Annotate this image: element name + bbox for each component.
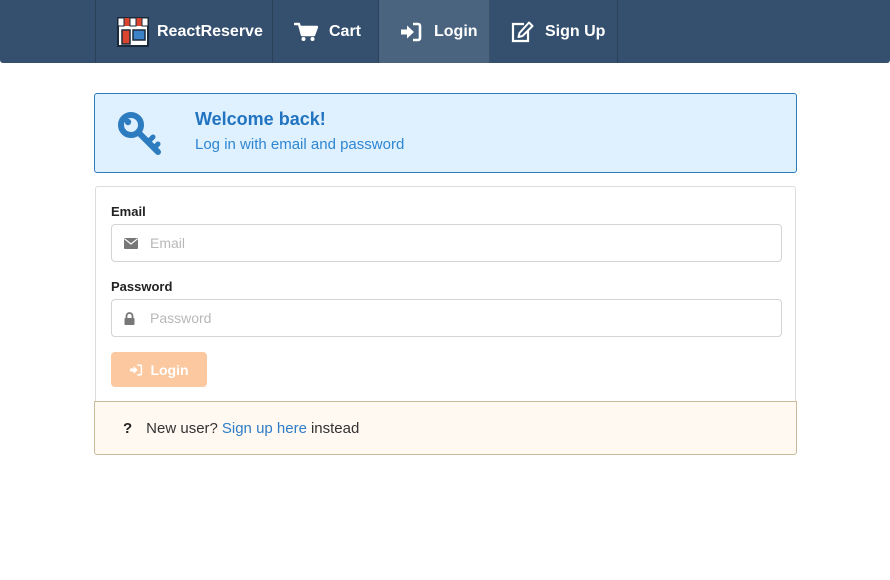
login-button-label: Login — [150, 361, 189, 378]
nav-login[interactable]: Login — [379, 0, 490, 63]
key-icon — [117, 111, 165, 162]
brand-link[interactable]: ReactReserve — [95, 0, 273, 63]
welcome-message: Welcome back! Log in with email and pass… — [94, 93, 797, 173]
nav-cart[interactable]: Cart — [273, 0, 379, 63]
signup-note-prefix: New user? — [146, 419, 218, 437]
cart-icon — [294, 22, 318, 42]
lock-icon — [124, 300, 135, 336]
sign-in-icon — [129, 363, 143, 376]
top-navbar: ReactReserve Cart Login Sign Up — [0, 0, 890, 63]
envelope-icon — [124, 225, 138, 261]
login-button[interactable]: Login — [111, 352, 207, 387]
welcome-subtitle: Log in with email and password — [195, 136, 405, 153]
login-form: Email Password Login — [95, 186, 796, 416]
question-icon: ? — [123, 419, 133, 437]
brand-name: ReactReserve — [157, 22, 263, 40]
email-label: Email — [111, 204, 146, 219]
signup-link[interactable]: Sign up here — [222, 420, 307, 437]
email-field-wrapper — [111, 224, 782, 262]
store-icon — [116, 16, 150, 48]
password-label: Password — [111, 279, 173, 294]
signup-note-suffix: instead — [310, 419, 360, 437]
edit-icon — [510, 21, 534, 43]
password-field[interactable] — [150, 300, 770, 336]
nav-signup[interactable]: Sign Up — [490, 0, 618, 63]
signup-note: ? New user? Sign up here instead — [94, 401, 797, 455]
email-field[interactable] — [150, 225, 770, 261]
nav-signup-label: Sign Up — [545, 22, 606, 40]
welcome-title: Welcome back! — [195, 109, 326, 129]
nav-cart-label: Cart — [329, 22, 362, 40]
sign-in-icon — [400, 22, 422, 42]
nav-login-label: Login — [434, 22, 478, 40]
password-field-wrapper — [111, 299, 782, 337]
